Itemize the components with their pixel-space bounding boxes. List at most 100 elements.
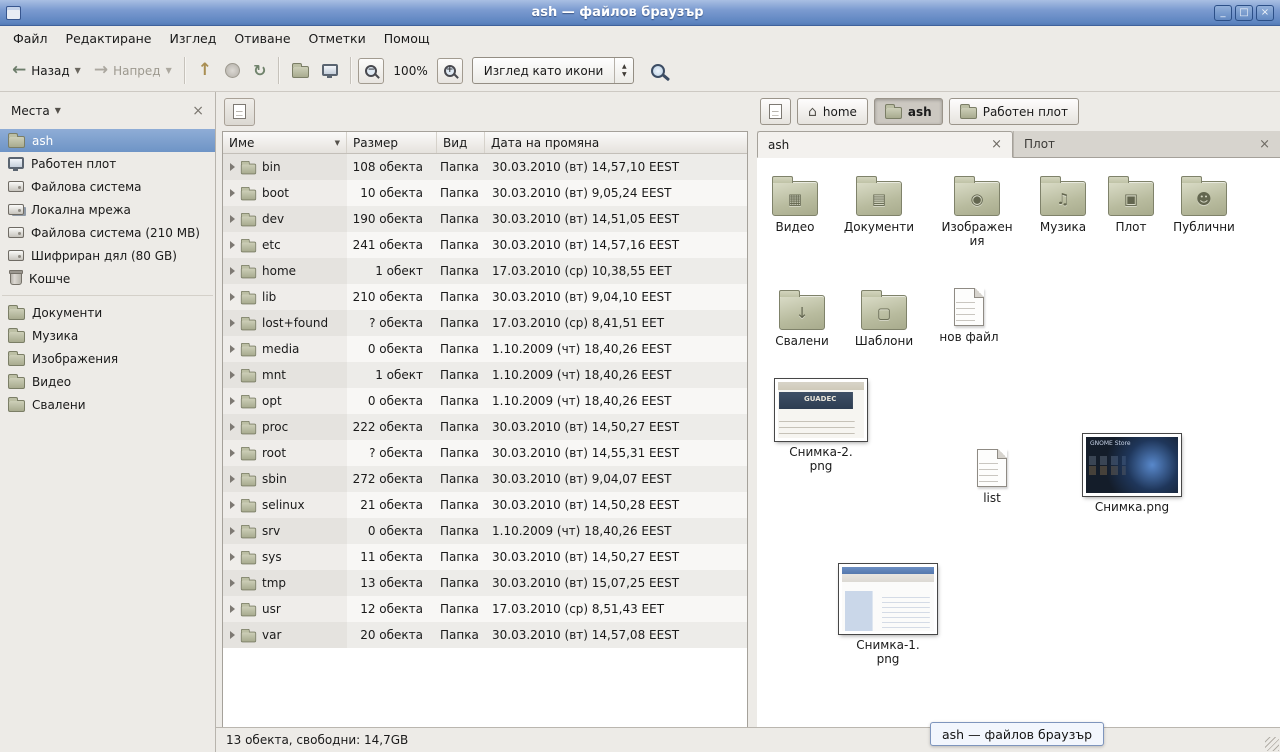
table-row[interactable]: home1 обектПапка17.03.2010 (ср) 10,38,55…: [223, 258, 747, 284]
forward-button[interactable]: → Напред ▼: [88, 55, 178, 87]
path-button-desktop[interactable]: Работен плот: [949, 98, 1079, 125]
expander-icon[interactable]: [230, 501, 235, 509]
file-item-desktop[interactable]: ▣Плот: [1089, 174, 1173, 235]
expander-icon[interactable]: [230, 267, 235, 275]
sidebar-item-encrypted-80gb[interactable]: Шифриран дял (80 GB): [0, 244, 215, 267]
close-button[interactable]: ×: [1256, 5, 1274, 21]
expander-icon[interactable]: [230, 189, 235, 197]
tab-close-icon[interactable]: ×: [991, 138, 1002, 151]
column-header-type[interactable]: Вид: [437, 132, 485, 153]
pane-location-button[interactable]: [224, 98, 255, 126]
table-row[interactable]: selinux21 обектаПапка30.03.2010 (вт) 14,…: [223, 492, 747, 518]
expander-icon[interactable]: [230, 423, 235, 431]
menu-go[interactable]: Отиване: [225, 28, 299, 49]
expander-icon[interactable]: [230, 371, 235, 379]
sidebar-item-volume-210mb[interactable]: Файлова система (210 MB): [0, 221, 215, 244]
back-button[interactable]: ← Назад ▼: [6, 55, 87, 87]
expander-icon[interactable]: [230, 605, 235, 613]
file-item-video[interactable]: ▦Видео: [757, 174, 837, 235]
expander-icon[interactable]: [230, 319, 235, 327]
sidebar-item-local-network[interactable]: Локална мрежа: [0, 198, 215, 221]
file-item-documents[interactable]: ▤Документи: [837, 174, 921, 235]
sidebar-item-pictures[interactable]: Изображения: [0, 347, 215, 370]
reload-button[interactable]: ↻: [247, 55, 272, 87]
path-button-ash[interactable]: ash: [874, 98, 943, 125]
sidebar-item-ash[interactable]: ash: [0, 129, 215, 152]
tab-ash[interactable]: ash×: [757, 131, 1013, 158]
table-row[interactable]: media0 обектаПапка1.10.2009 (чт) 18,40,2…: [223, 336, 747, 362]
expander-icon[interactable]: [230, 215, 235, 223]
file-item-templates[interactable]: ▢Шаблони: [842, 288, 926, 349]
file-item-snimka[interactable]: GNOME StoreСнимка.​png: [1074, 434, 1190, 515]
menu-file[interactable]: Файл: [4, 28, 57, 49]
table-row[interactable]: tmp13 обектаПапка30.03.2010 (вт) 15,07,2…: [223, 570, 747, 596]
up-button[interactable]: ↑: [192, 55, 218, 87]
sidebar-item-filesystem[interactable]: Файлова система: [0, 175, 215, 198]
expander-icon[interactable]: [230, 397, 235, 405]
table-row[interactable]: boot10 обектаПапка30.03.2010 (вт) 9,05,2…: [223, 180, 747, 206]
sidebar-item-desktop[interactable]: Работен плот: [0, 152, 215, 175]
zoom-in-button[interactable]: +: [437, 58, 463, 84]
file-item-images[interactable]: ◉Изображения: [935, 174, 1019, 249]
back-dropdown-icon[interactable]: ▼: [75, 66, 81, 75]
minimize-button[interactable]: _: [1214, 5, 1232, 21]
expander-icon[interactable]: [230, 241, 235, 249]
table-row[interactable]: sys11 обектаПапка30.03.2010 (вт) 14,50,2…: [223, 544, 747, 570]
table-row[interactable]: lost+found? обектаПапка17.03.2010 (ср) 8…: [223, 310, 747, 336]
table-row[interactable]: sbin272 обектаПапка30.03.2010 (вт) 9,04,…: [223, 466, 747, 492]
expander-icon[interactable]: [230, 475, 235, 483]
combobox-arrows-icon[interactable]: ▲▼: [614, 58, 633, 83]
file-item-snimka-2[interactable]: GUADECСнимка-2.​png: [763, 379, 879, 474]
pathbar-left-button[interactable]: [760, 98, 791, 125]
expander-icon[interactable]: [230, 163, 235, 171]
sidebar-item-music[interactable]: Музика: [0, 324, 215, 347]
file-item-new-file[interactable]: нов файл: [927, 288, 1011, 345]
sidebar-item-videos[interactable]: Видео: [0, 370, 215, 393]
expander-icon[interactable]: [230, 579, 235, 587]
menu-help[interactable]: Помощ: [375, 28, 439, 49]
column-header-name[interactable]: Име▼: [223, 132, 347, 153]
table-row[interactable]: mnt1 обектПапка1.10.2009 (чт) 18,40,26 E…: [223, 362, 747, 388]
menu-view[interactable]: Изглед: [161, 28, 226, 49]
table-row[interactable]: etc241 обектаПапка30.03.2010 (вт) 14,57,…: [223, 232, 747, 258]
path-button-home[interactable]: ⌂home: [797, 98, 868, 125]
table-row[interactable]: dev190 обектаПапка30.03.2010 (вт) 14,51,…: [223, 206, 747, 232]
tab-close-icon[interactable]: ×: [1259, 138, 1270, 151]
sidebar-item-downloads[interactable]: Свалени: [0, 393, 215, 416]
table-row[interactable]: root? обектаПапка30.03.2010 (вт) 14,55,3…: [223, 440, 747, 466]
expander-icon[interactable]: [230, 553, 235, 561]
icon-view[interactable]: ▦Видео▤Документи◉Изображения♫Музика▣Плот…: [757, 158, 1280, 727]
file-item-downloads[interactable]: ↓Свалени: [760, 288, 844, 349]
expander-icon[interactable]: [230, 345, 235, 353]
home-button[interactable]: [286, 55, 315, 87]
table-row[interactable]: srv0 обектаПапка1.10.2009 (чт) 18,40,26 …: [223, 518, 747, 544]
table-row[interactable]: opt0 обектаПапка1.10.2009 (чт) 18,40,26 …: [223, 388, 747, 414]
stop-button[interactable]: [219, 55, 246, 87]
computer-button[interactable]: [316, 55, 344, 87]
forward-dropdown-icon[interactable]: ▼: [166, 66, 172, 75]
maximize-button[interactable]: □: [1235, 5, 1253, 21]
table-row[interactable]: lib210 обектаПапка30.03.2010 (вт) 9,04,1…: [223, 284, 747, 310]
file-item-list[interactable]: list: [950, 449, 1034, 506]
menu-bookmarks[interactable]: Отметки: [300, 28, 375, 49]
expander-icon[interactable]: [230, 527, 235, 535]
file-item-public[interactable]: ☻Публични: [1162, 174, 1246, 235]
tab-plot[interactable]: Плот×: [1013, 131, 1280, 157]
zoom-out-button[interactable]: −: [358, 58, 384, 84]
table-row[interactable]: usr12 обектаПапка17.03.2010 (ср) 8,51,43…: [223, 596, 747, 622]
menu-edit[interactable]: Редактиране: [57, 28, 161, 49]
file-item-snimka-1[interactable]: Снимка-1.​png: [830, 564, 946, 667]
table-row[interactable]: var20 обектаПапка30.03.2010 (вт) 14,57,0…: [223, 622, 747, 648]
view-mode-combobox[interactable]: Изглед като икони ▲▼: [472, 57, 635, 84]
column-header-size[interactable]: Размер: [347, 132, 437, 153]
column-header-modified[interactable]: Дата на промяна: [485, 132, 747, 153]
table-row[interactable]: bin108 обектаПапка30.03.2010 (вт) 14,57,…: [223, 154, 747, 180]
search-button[interactable]: [645, 55, 671, 87]
expander-icon[interactable]: [230, 293, 235, 301]
sidebar-mode-dropdown-icon[interactable]: ▼: [55, 106, 61, 115]
resize-grip[interactable]: [1265, 737, 1279, 751]
sidebar-close-icon[interactable]: ×: [192, 104, 204, 118]
sort-indicator-icon[interactable]: ▼: [335, 139, 340, 147]
expander-icon[interactable]: [230, 449, 235, 457]
table-row[interactable]: proc222 обектаПапка30.03.2010 (вт) 14,50…: [223, 414, 747, 440]
